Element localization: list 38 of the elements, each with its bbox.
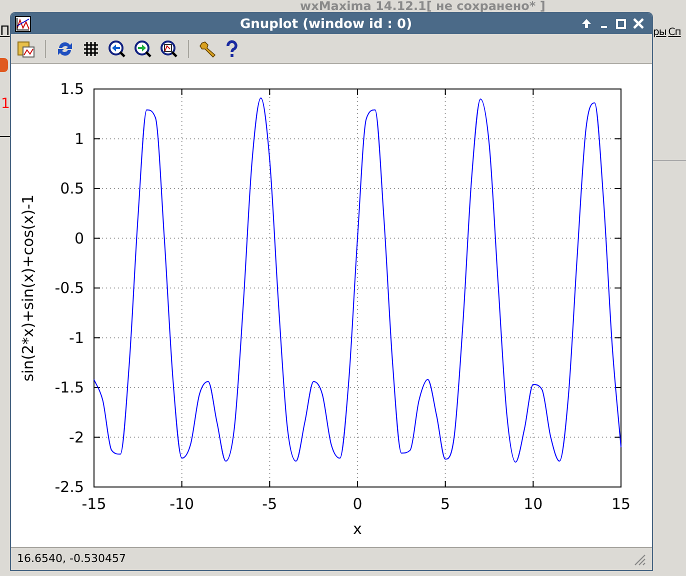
y-tick-label: 1.5 bbox=[60, 80, 84, 98]
x-axis-label: x bbox=[353, 520, 362, 538]
y-tick-label: 0 bbox=[74, 229, 84, 248]
y-tick-label: 0.5 bbox=[60, 180, 84, 198]
window-title: Gnuplot (window id : 0) bbox=[238, 16, 414, 34]
maximize-icon[interactable] bbox=[616, 18, 626, 28]
y-tick-label: 1 bbox=[74, 130, 84, 148]
copy-plot-icon[interactable] bbox=[17, 40, 35, 58]
y-tick-label: -1 bbox=[69, 328, 84, 347]
status-text: 16.6540, -0.530457 bbox=[17, 550, 126, 567]
refresh-icon[interactable] bbox=[56, 40, 74, 58]
x-tick-label: -5 bbox=[262, 495, 278, 513]
background-window-title: wxMaxima 14.12.1[ не сохранено* ] bbox=[300, 0, 546, 12]
y-tick-label: -1.5 bbox=[54, 378, 84, 396]
resize-grip-icon[interactable] bbox=[632, 552, 646, 566]
x-tick-label: 0 bbox=[352, 495, 362, 513]
x-tick-label: -10 bbox=[170, 495, 194, 513]
close-icon[interactable] bbox=[633, 18, 644, 29]
y-tick-label: -0.5 bbox=[54, 279, 84, 297]
x-tick-label: 5 bbox=[440, 495, 450, 513]
y-tick-label: -2 bbox=[69, 428, 84, 446]
x-tick-label: -15 bbox=[82, 495, 106, 513]
y-axis-label: sin(2*x)+sin(x)+cos(x)-1 bbox=[19, 194, 37, 382]
y-tick-label: -2.5 bbox=[54, 478, 84, 496]
zoom-back-icon[interactable] bbox=[108, 40, 126, 58]
x-tick-label: 15 bbox=[611, 495, 631, 513]
menu-item[interactable]: ры bbox=[653, 25, 666, 40]
arrow-up-icon[interactable] bbox=[581, 18, 592, 29]
cell-label: 1 bbox=[1, 95, 10, 114]
zoom-fit-icon[interactable] bbox=[160, 40, 178, 58]
wrench-icon[interactable] bbox=[199, 40, 217, 58]
app-icon bbox=[15, 16, 31, 32]
grid-icon[interactable] bbox=[82, 40, 100, 58]
help-icon[interactable] bbox=[225, 40, 239, 58]
x-tick-label: 10 bbox=[524, 495, 543, 513]
menu-item[interactable]: Сп bbox=[668, 25, 681, 40]
menu-item[interactable]: П bbox=[0, 22, 10, 42]
zoom-forward-icon[interactable] bbox=[134, 40, 152, 58]
